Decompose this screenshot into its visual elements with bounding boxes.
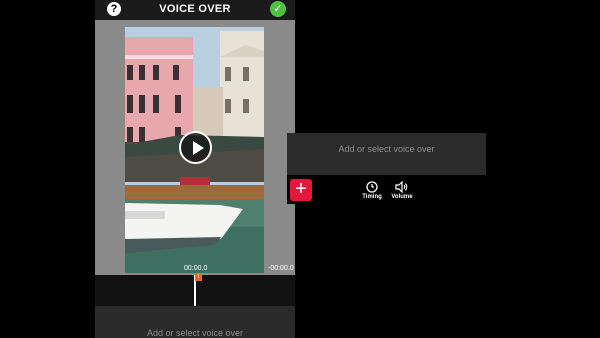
voice-over-list[interactable]: Add or select voice over xyxy=(287,133,486,175)
warning-marker-icon[interactable]: ! xyxy=(195,273,202,281)
page-title: VOICE OVER xyxy=(159,3,231,15)
play-icon[interactable] xyxy=(179,131,212,164)
remaining-time: -00:00.0 xyxy=(268,265,294,272)
phone-screen: ? VOICE OVER ✓ 00:00.0 -00:00.0 ! Add or… xyxy=(95,0,295,338)
timing-button[interactable]: Timing xyxy=(357,181,387,200)
top-bar: ? VOICE OVER ✓ xyxy=(95,0,295,20)
clock-icon xyxy=(366,181,378,193)
volume-button[interactable]: Volume xyxy=(387,181,417,200)
voice-over-panel: Add or select voice over + Timing Volume xyxy=(287,133,486,204)
panel-empty-text: Add or select voice over xyxy=(338,144,435,154)
add-voice-over-button[interactable]: + xyxy=(290,179,312,201)
timing-label: Timing xyxy=(362,194,382,200)
volume-label: Volume xyxy=(391,194,413,200)
current-time: 00:00.0 xyxy=(184,265,208,272)
voice-over-area[interactable]: Add or select voice over xyxy=(95,306,295,338)
check-icon[interactable]: ✓ xyxy=(270,1,286,17)
speaker-icon xyxy=(395,181,408,193)
voice-over-empty-text: Add or select voice over xyxy=(146,328,244,338)
